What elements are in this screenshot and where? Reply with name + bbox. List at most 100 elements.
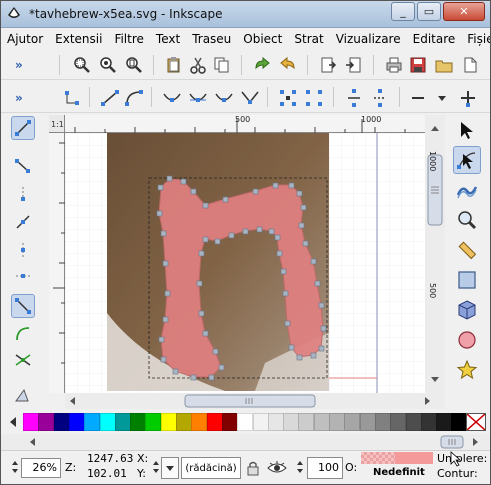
delete-node-icon[interactable] — [407, 87, 429, 109]
print-icon[interactable] — [383, 54, 405, 76]
redo-icon[interactable] — [251, 54, 273, 76]
undo-icon[interactable] — [277, 54, 299, 76]
rectangle-tool-icon[interactable] — [453, 266, 481, 294]
color-swatch[interactable] — [99, 413, 116, 431]
close-button[interactable]: ✕ — [443, 2, 485, 21]
snap-center-icon[interactable] — [11, 264, 35, 288]
color-swatch[interactable] — [114, 413, 131, 431]
cut-icon[interactable] — [187, 54, 209, 76]
color-swatch[interactable] — [206, 413, 223, 431]
opacity-input[interactable]: 100 — [307, 457, 343, 479]
curve-segment-icon[interactable] — [123, 87, 145, 109]
object-to-path-icon[interactable] — [61, 87, 83, 109]
snap-path-curve-icon[interactable] — [11, 322, 35, 346]
minimize-button[interactable]: _ — [391, 2, 415, 21]
color-swatch[interactable] — [451, 413, 468, 431]
palette-scroll-left-icon[interactable] — [7, 415, 19, 429]
import-icon[interactable] — [343, 54, 365, 76]
color-swatch[interactable] — [298, 413, 315, 431]
zoom-page-icon[interactable] — [123, 54, 145, 76]
snap-bbox-icon[interactable] — [11, 154, 35, 178]
snap-paths-toggle-icon[interactable] — [11, 294, 35, 318]
color-swatch[interactable] — [237, 413, 254, 431]
color-swatch[interactable] — [405, 413, 422, 431]
maximize-button[interactable]: ▭ — [417, 2, 441, 21]
selector-tool-icon[interactable] — [453, 116, 481, 144]
snap-guide-icon[interactable] — [11, 384, 35, 408]
new-document-icon[interactable] — [459, 54, 481, 76]
node-auto-smooth-icon[interactable] — [161, 87, 183, 109]
node-toolbar-overflow-button[interactable]: » — [15, 91, 23, 105]
menu-traseu[interactable]: Traseu — [186, 32, 237, 46]
node-symmetric-icon[interactable] — [187, 87, 209, 109]
color-swatch[interactable] — [130, 413, 147, 431]
color-swatch[interactable] — [313, 413, 330, 431]
color-swatch[interactable] — [267, 413, 284, 431]
layer-visibility-eye-icon[interactable] — [267, 460, 287, 476]
zoom-drawing-icon[interactable] — [97, 54, 119, 76]
color-swatch[interactable] — [23, 413, 39, 431]
menu-editare[interactable]: Editare — [407, 32, 462, 46]
ellipse-tool-icon[interactable] — [453, 326, 481, 354]
color-swatch[interactable] — [420, 413, 437, 431]
horizontal-scrollbar[interactable] — [65, 393, 445, 409]
color-swatch[interactable] — [359, 413, 376, 431]
menu-vizualizare[interactable]: Vizualizare — [330, 32, 407, 46]
color-swatch[interactable] — [38, 413, 55, 431]
vertical-scrollbar[interactable]: 1000 500 — [425, 115, 445, 393]
color-swatch[interactable] — [329, 413, 345, 431]
save-icon[interactable] — [407, 54, 429, 76]
current-layer-selector[interactable]: (rădăcină) — [181, 457, 241, 479]
fill-indicator[interactable] — [361, 452, 433, 464]
snap-intersection-icon[interactable] — [11, 348, 35, 372]
menu-text[interactable]: Text — [150, 32, 186, 46]
open-icon[interactable] — [433, 54, 455, 76]
zoom-spin-arrows-icon[interactable] — [10, 457, 20, 477]
paste-icon[interactable] — [163, 54, 185, 76]
color-swatch[interactable] — [176, 413, 192, 431]
zoom-selection-icon[interactable] — [71, 54, 93, 76]
menu-extensii[interactable]: Extensii — [49, 32, 108, 46]
tweak-tool-icon[interactable] — [453, 176, 481, 204]
no-paint-swatch[interactable] — [466, 413, 486, 431]
join-nodes-icon[interactable] — [277, 87, 299, 109]
color-swatch[interactable] — [283, 413, 300, 431]
export-icon[interactable] — [317, 54, 339, 76]
drawing-canvas[interactable] — [65, 133, 425, 393]
color-swatch[interactable] — [374, 413, 391, 431]
color-swatch[interactable] — [344, 413, 361, 431]
measure-tool-icon[interactable] — [453, 236, 481, 264]
color-swatch[interactable] — [53, 413, 70, 431]
opacity-spin-arrows-icon[interactable] — [295, 457, 305, 477]
color-swatch[interactable] — [145, 413, 162, 431]
more-dropdown-icon[interactable] — [431, 87, 453, 109]
node-editor-tool-icon[interactable] — [453, 146, 481, 174]
layer-dropdown-button[interactable] — [161, 457, 179, 479]
snap-bbox-edges-icon[interactable] — [11, 182, 35, 206]
color-swatch[interactable] — [191, 413, 208, 431]
zoom-input[interactable]: 26% — [21, 458, 61, 478]
color-swatch[interactable] — [390, 413, 407, 431]
toolbar-overflow-button[interactable]: » — [15, 58, 23, 72]
menu-fisier[interactable]: Fișier — [461, 32, 490, 46]
node-smooth-icon[interactable] — [213, 87, 235, 109]
menu-filtre[interactable]: Filtre — [108, 32, 149, 46]
snap-bbox-corners-icon[interactable] — [11, 210, 35, 234]
3d-box-tool-icon[interactable] — [453, 296, 481, 324]
copy-icon[interactable] — [211, 54, 233, 76]
layer-lock-icon[interactable] — [245, 460, 261, 476]
break-path-icon[interactable] — [303, 87, 325, 109]
menu-strat[interactable]: Strat — [288, 32, 329, 46]
snap-nodes-toggle-icon[interactable] — [11, 116, 35, 140]
color-swatch[interactable] — [160, 413, 177, 431]
menu-ajutor[interactable]: Ajutor — [1, 32, 49, 46]
color-swatch[interactable] — [84, 413, 101, 431]
insert-node-icon[interactable] — [457, 87, 479, 109]
zoom-tool-icon[interactable] — [453, 206, 481, 234]
layer-arrows-icon[interactable] — [151, 457, 161, 477]
node-cusp-icon[interactable] — [239, 87, 261, 109]
snap-midpoints-icon[interactable] — [11, 238, 35, 262]
menu-obiect[interactable]: Obiect — [237, 32, 288, 46]
line-segment-icon[interactable] — [99, 87, 121, 109]
join-endnodes-icon[interactable] — [343, 87, 365, 109]
